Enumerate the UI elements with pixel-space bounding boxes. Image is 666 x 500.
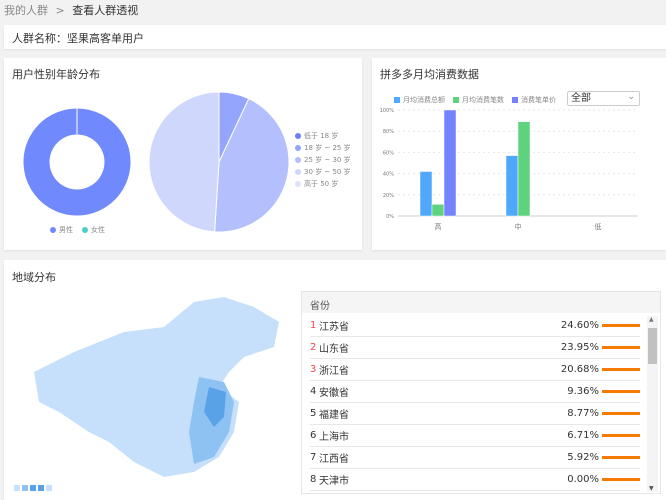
rank: 2 <box>310 342 317 353</box>
percent-bar <box>602 412 640 415</box>
breadcrumb-separator: > <box>55 4 65 17</box>
panel-title: 地域分布 <box>12 271 56 284</box>
province-percent: 6.71% <box>567 430 599 441</box>
province-percent: 24.60% <box>560 320 599 331</box>
rank: 1 <box>310 320 317 331</box>
breadcrumb-current: 查看人群透视 <box>72 4 139 17</box>
scroll-down-icon[interactable]: ▼ <box>649 485 654 492</box>
scroll-up-icon[interactable]: ▲ <box>649 316 654 323</box>
y-tick-label: 60% <box>383 150 394 156</box>
province-row[interactable]: 3 浙江省 20.68% <box>310 359 640 381</box>
percent-bar <box>602 456 640 459</box>
rank: 8 <box>310 474 317 485</box>
region-panel: 地域分布 省份 1 江苏省 24.60% 2 山东省 23.95% 3 浙江省 … <box>4 260 666 500</box>
percent-bar <box>602 478 640 481</box>
x-tick-label: 高 <box>435 222 442 231</box>
slice-30 岁 ~ 50 岁[interactable] <box>148 91 220 233</box>
legend-item[interactable]: 男性 <box>50 225 73 235</box>
province-percent: 8.77% <box>567 408 599 419</box>
bar-月均消费总额-中[interactable] <box>505 155 519 217</box>
gender-age-panel: 用户性别年龄分布 男性 女性 低于 18 岁 18 岁 ~ 25 岁 25 岁 ~ 3… <box>4 58 362 250</box>
province-percent: 5.92% <box>567 452 599 463</box>
province-name: 山东省 <box>319 344 349 355</box>
scrollbar-thumb[interactable] <box>648 328 657 364</box>
x-tick-label: 中 <box>515 222 522 231</box>
province-row[interactable]: 4 安徽省 9.36% <box>310 381 640 403</box>
y-tick-label: 20% <box>383 193 394 199</box>
province-name: 江苏省 <box>319 322 349 333</box>
province-percent: 20.68% <box>560 364 599 375</box>
legend-item[interactable]: 25 岁 ~ 30 岁 <box>295 154 351 166</box>
province-name: 天津市 <box>319 476 349 487</box>
slice-男性[interactable] <box>22 107 132 217</box>
province-row[interactable]: 7 江西省 5.92% <box>310 447 640 469</box>
scrollbar[interactable]: ▲ ▼ <box>647 316 658 492</box>
legend-item[interactable]: 30 岁 ~ 50 岁 <box>295 166 351 178</box>
x-tick-label: 低 <box>595 222 602 231</box>
gender-legend: 男性 女性 <box>50 225 111 235</box>
bar-月均消费总额-高[interactable] <box>419 171 433 217</box>
percent-bar <box>602 390 640 393</box>
province-row[interactable]: 5 福建省 8.77% <box>310 403 640 425</box>
consumption-bar-chart: 0% 20% 40% 60% 80% 100% 高 中 低 <box>380 108 638 231</box>
province-percent: 9.36% <box>567 386 599 397</box>
y-tick-label: 100% <box>380 108 395 114</box>
bar-消费笔单价-高[interactable] <box>443 109 457 217</box>
rank: 7 <box>310 452 317 463</box>
province-percent: 0.00% <box>567 474 599 485</box>
crowd-name: 人群名称：坚果高客单用户 <box>12 32 144 45</box>
percent-bar <box>602 368 640 371</box>
y-tick-label: 0% <box>386 214 394 220</box>
province-row[interactable]: 6 上海市 6.71% <box>310 425 640 447</box>
legend-item[interactable]: 低于 18 岁 <box>295 130 351 142</box>
consumption-panel: 拼多多月均消费数据 月均消费总额 月均消费笔数 消费笔单价 全部 ⌄ 0% 20% 40… <box>372 58 666 250</box>
rank: 5 <box>310 408 317 419</box>
percent-bar <box>602 324 640 327</box>
province-percent: 23.95% <box>560 342 599 353</box>
province-name: 江西省 <box>319 454 349 465</box>
legend-item[interactable]: 女性 <box>82 225 105 235</box>
y-tick-label: 40% <box>383 172 394 178</box>
province-row[interactable]: 1 江苏省 24.60% <box>310 315 640 337</box>
rank: 6 <box>310 430 317 441</box>
rank: 3 <box>310 364 317 375</box>
china-map[interactable] <box>14 292 294 492</box>
breadcrumb-parent[interactable]: 我的人群 <box>4 4 48 17</box>
map-legend <box>14 485 52 491</box>
province-name: 浙江省 <box>319 366 349 377</box>
column-header: 省份 <box>302 292 660 313</box>
legend-item[interactable]: 高于 50 岁 <box>295 178 351 190</box>
province-row[interactable]: 8 天津市 0.00% <box>310 469 640 491</box>
rank: 4 <box>310 386 317 397</box>
province-row[interactable]: 2 山东省 23.95% <box>310 337 640 359</box>
legend-item[interactable]: 18 岁 ~ 25 岁 <box>295 142 351 154</box>
bar-月均消费笔数-中[interactable] <box>517 121 531 217</box>
province-name: 福建省 <box>319 410 349 421</box>
crowd-name-bar: 人群名称：坚果高客单用户 <box>4 25 666 49</box>
breadcrumb: 我的人群 > 查看人群透视 <box>4 2 138 18</box>
bar-月均消费笔数-高[interactable] <box>431 204 445 217</box>
province-table: 省份 1 江苏省 24.60% 2 山东省 23.95% 3 浙江省 20.68… <box>301 291 661 494</box>
y-tick-label: 80% <box>383 129 394 135</box>
percent-bar <box>602 346 640 349</box>
province-name: 安徽省 <box>319 388 349 399</box>
percent-bar <box>602 434 640 437</box>
age-legend: 低于 18 岁 18 岁 ~ 25 岁 25 岁 ~ 30 岁 30 岁 ~ 50 岁… <box>295 130 351 190</box>
province-name: 上海市 <box>319 432 349 443</box>
